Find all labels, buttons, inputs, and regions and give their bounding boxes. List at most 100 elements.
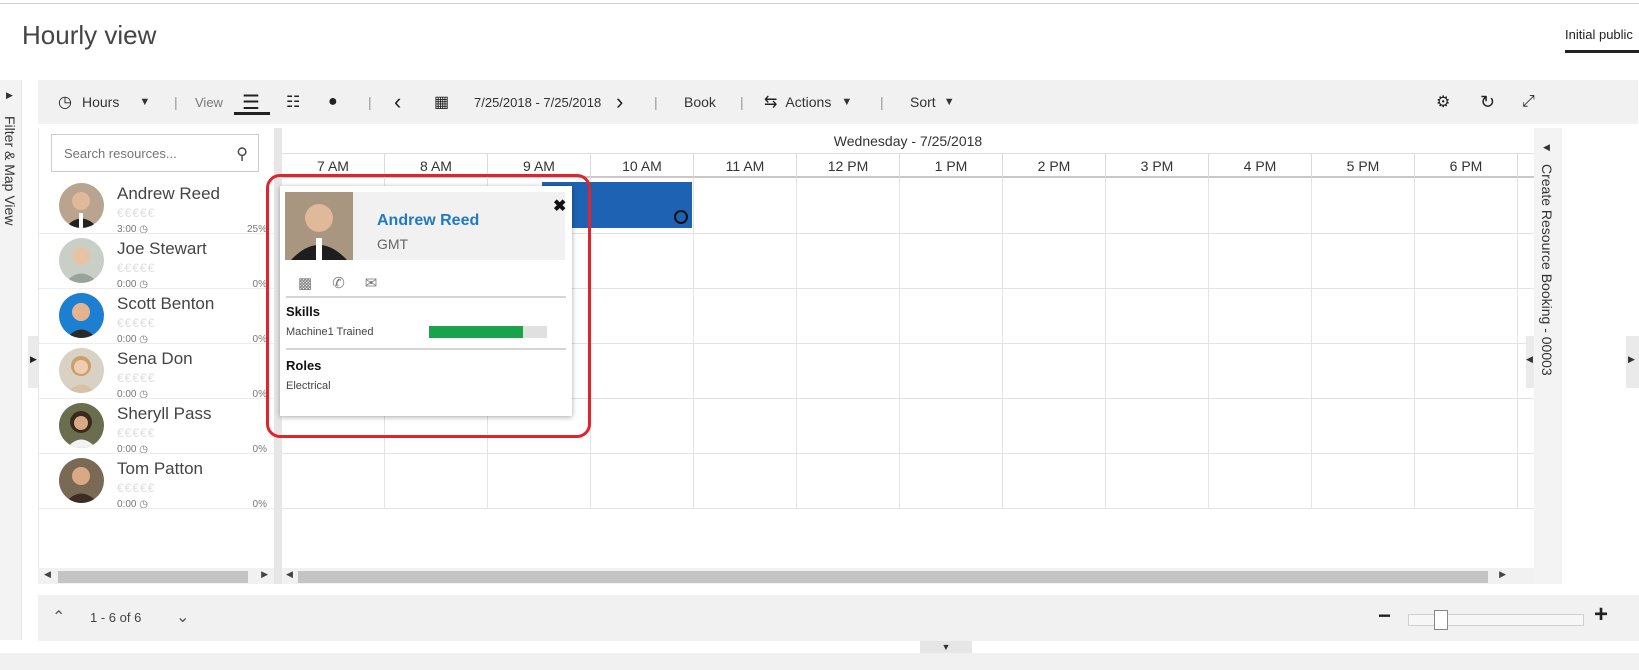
toolbar-separator: |: [654, 94, 658, 110]
chevron-up-icon[interactable]: ⌃: [52, 607, 65, 627]
swap-icon: ⇆: [764, 94, 778, 111]
sort-label: Sort: [910, 94, 936, 110]
chevron-right-icon[interactable]: ▶: [6, 90, 13, 101]
resource-row[interactable]: Sena Don €€€€€ 0:00 ◷ 0%: [39, 343, 275, 399]
refresh-icon[interactable]: ↻: [1480, 80, 1495, 124]
chevron-down-icon[interactable]: ⌄: [176, 607, 189, 627]
avatar: [59, 238, 104, 283]
avatar: [59, 293, 104, 338]
create-booking-label: Create Resource Booking - 00003: [1539, 164, 1555, 376]
avatar: [59, 348, 104, 393]
previous-date-icon[interactable]: ‹: [394, 80, 401, 124]
avatar: [59, 458, 104, 503]
bottom-band: [0, 653, 1639, 670]
resource-name: Sena Don: [117, 349, 193, 368]
annotation-highlight: [266, 174, 591, 438]
filter-map-rail[interactable]: ▶ Filter & Map View: [0, 80, 22, 640]
expand-right-handle[interactable]: ▶: [1626, 336, 1639, 388]
clock-icon: ◷: [139, 499, 148, 509]
columns-view-icon[interactable]: ☷: [286, 80, 300, 124]
resource-hours: 0:00: [117, 499, 137, 509]
zoom-in-button[interactable]: +: [1594, 601, 1608, 629]
view-label: View: [195, 94, 223, 110]
page-title: Hourly view: [22, 20, 157, 50]
hour-header: 2 PM: [1003, 154, 1106, 178]
zoom-slider-handle[interactable]: [1434, 610, 1448, 630]
avatar: [59, 183, 104, 228]
resource-name: Andrew Reed: [117, 184, 221, 203]
clock-icon: [674, 210, 688, 224]
grid-row-line: [282, 453, 1534, 454]
chevron-left-icon[interactable]: ◀: [1543, 142, 1550, 153]
footer-bar: ⌃ 1 - 6 of 6 ⌄ − +: [38, 595, 1639, 641]
next-date-icon[interactable]: ›: [616, 80, 623, 124]
clock-icon: ◷: [58, 94, 72, 111]
rating-stars: €€€€€: [117, 261, 156, 275]
scrollbar-thumb[interactable]: [58, 571, 248, 583]
calendar-icon[interactable]: ▦: [434, 80, 449, 124]
scroll-left-icon[interactable]: ◀: [286, 569, 293, 580]
resource-utilization: 0:00 ◷ 0%: [117, 499, 267, 509]
hour-header: 11 AM: [694, 154, 797, 178]
search-icon[interactable]: ⚲: [236, 144, 248, 164]
hour-header: 12 PM: [797, 154, 900, 178]
resource-name: Tom Patton: [117, 459, 203, 478]
zoom-out-button[interactable]: −: [1378, 603, 1391, 629]
resource-row[interactable]: Scott Benton €€€€€ 0:00 ◷ 0%: [39, 288, 275, 344]
rating-stars: €€€€€: [117, 371, 156, 385]
bottom-expand-tab[interactable]: ▼: [920, 641, 972, 653]
actions-label: Actions: [785, 94, 832, 110]
hour-header: 3 PM: [1106, 154, 1209, 178]
resource-name: Scott Benton: [117, 294, 215, 313]
date-range[interactable]: 7/25/2018 - 7/25/2018: [474, 80, 601, 124]
scroll-left-icon[interactable]: ◀: [44, 569, 51, 580]
search-input[interactable]: [52, 135, 222, 171]
hour-header: 1 PM: [900, 154, 1003, 178]
resource-panel: ⚲ Andrew Reed €€€€€ 3:00 ◷25% Joe Stewar…: [38, 128, 275, 568]
resource-horizontal-scrollbar[interactable]: ◀ ▶: [38, 568, 274, 584]
rating-stars: €€€€€: [117, 481, 156, 495]
resource-name: Joe Stewart: [117, 239, 207, 258]
resource-percent: 0%: [252, 499, 267, 509]
scheduler-toolbar: ◷ Hours ▼ | View ☰ ☷ ● | ‹ ▦ 7/25/2018 -…: [38, 80, 1638, 124]
expand-icon[interactable]: ⤢: [1522, 80, 1535, 124]
rating-stars: €€€€€: [117, 316, 156, 330]
tab-initial-public[interactable]: Initial public: [1565, 27, 1639, 53]
resource-row[interactable]: Sheryll Pass €€€€€ 0:00 ◷ 0%: [39, 398, 275, 454]
caret-down-icon: ▼: [841, 96, 853, 108]
actions-dropdown[interactable]: ⇆ Actions ▼: [764, 80, 852, 124]
resource-name: Sheryll Pass: [117, 404, 212, 423]
schedule-horizontal-scrollbar[interactable]: ◀ ▶: [282, 568, 1534, 584]
filter-map-label: Filter & Map View: [2, 116, 18, 226]
toolbar-separator: |: [174, 94, 178, 110]
avatar: [59, 403, 104, 448]
scroll-right-icon[interactable]: ▶: [261, 569, 268, 580]
zoom-slider[interactable]: [1408, 610, 1584, 630]
hour-header: 6 PM: [1415, 154, 1518, 178]
resource-row[interactable]: Andrew Reed €€€€€ 3:00 ◷ 25%: [39, 178, 275, 234]
gear-icon[interactable]: ⚙: [1436, 80, 1450, 124]
rating-stars: €€€€€: [117, 206, 156, 220]
hour-header: 10 AM: [591, 154, 694, 178]
caret-down-icon: ▼: [139, 96, 151, 108]
active-view-indicator: [234, 112, 270, 115]
book-button[interactable]: Book: [684, 80, 716, 124]
resource-row[interactable]: Joe Stewart €€€€€ 0:00 ◷ 0%: [39, 233, 275, 289]
create-booking-rail[interactable]: ◀ Create Resource Booking - 00003: [1534, 128, 1562, 584]
scroll-right-icon[interactable]: ▶: [1499, 569, 1506, 580]
pager-text: 1 - 6 of 6: [90, 610, 142, 625]
hour-header: 4 PM: [1209, 154, 1312, 178]
grid-date-header: Wednesday - 7/25/2018: [282, 128, 1534, 154]
scrollbar-thumb[interactable]: [298, 571, 1488, 583]
globe-map-icon[interactable]: ●: [328, 80, 338, 124]
list-view-icon[interactable]: ☰: [242, 80, 260, 124]
toolbar-separator: |: [368, 94, 372, 110]
search-box: ⚲: [51, 134, 259, 172]
resource-row[interactable]: Tom Patton €€€€€ 0:00 ◷ 0%: [39, 453, 275, 509]
hours-dropdown[interactable]: ◷ Hours ▼: [58, 80, 150, 124]
caret-down-icon: ▼: [943, 96, 955, 108]
rating-stars: €€€€€: [117, 426, 156, 440]
hours-label: Hours: [81, 94, 120, 110]
toolbar-separator: |: [880, 94, 884, 110]
sort-dropdown[interactable]: Sort ▼: [910, 80, 955, 124]
